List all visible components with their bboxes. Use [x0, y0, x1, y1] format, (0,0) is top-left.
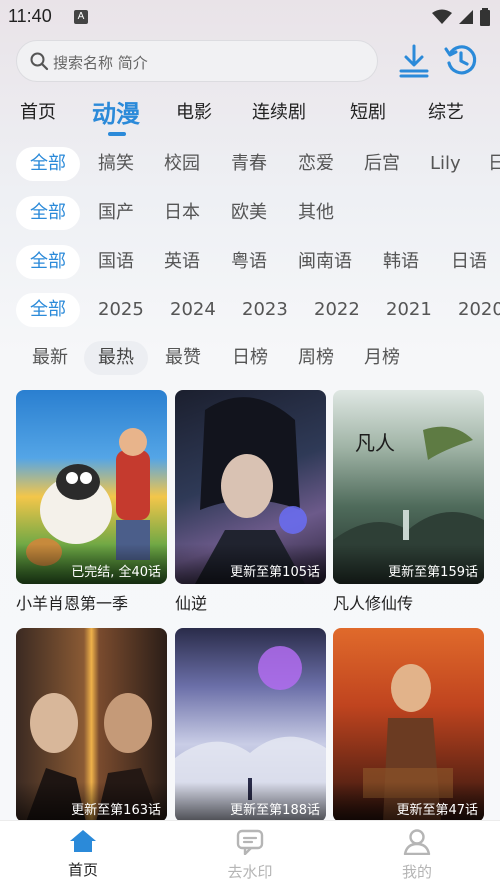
home-icon [70, 830, 96, 852]
history-icon[interactable] [444, 43, 478, 77]
sort-chip-hot[interactable]: 最热 [84, 341, 148, 375]
year-chip-all[interactable]: 全部 [16, 293, 80, 327]
nav-profile[interactable]: 我的 [367, 829, 467, 882]
language-filter-row: 全部 国语 英语 粤语 闽南语 韩语 日语 [0, 245, 500, 281]
tab-short-drama[interactable]: 短剧 [350, 98, 386, 124]
language-chip[interactable]: 英语 [150, 245, 214, 279]
content-card[interactable]: 更新至第188话 [175, 628, 326, 822]
tab-anime[interactable]: 动漫 [92, 94, 140, 129]
year-chip[interactable]: 2022 [300, 293, 374, 327]
svg-text:凡人: 凡人 [355, 431, 395, 455]
nav-label: 首页 [67, 861, 98, 879]
language-chip[interactable]: 粤语 [217, 245, 281, 279]
episode-status: 更新至第47话 [396, 803, 478, 818]
sort-chip[interactable]: 月榜 [350, 341, 414, 375]
bottom-navigation: 首页 去水印 我的 [0, 820, 500, 888]
notification-icon: A [74, 10, 88, 24]
status-time: 11:40 [8, 6, 52, 26]
episode-status: 更新至第105话 [230, 565, 320, 580]
region-filter-row: 全部 国产 日本 欧美 其他 [0, 196, 500, 232]
language-chip[interactable]: 日语 [437, 245, 500, 279]
tab-series[interactable]: 连续剧 [252, 98, 306, 124]
poster-image: 凡人 更新至第159话 [333, 390, 484, 584]
language-chip-all[interactable]: 全部 [16, 245, 80, 279]
poster-image: 更新至第47话 [333, 628, 484, 822]
year-chip[interactable]: 2023 [228, 293, 302, 327]
year-chip[interactable]: 2024 [156, 293, 230, 327]
poster-image: 更新至第163话 [16, 628, 167, 822]
poster-image: 更新至第105话 [175, 390, 326, 584]
card-title: 仙逆 [175, 594, 208, 613]
sort-chip[interactable]: 日榜 [218, 341, 282, 375]
genre-chip-all[interactable]: 全部 [16, 147, 80, 181]
genre-chip[interactable]: 校园 [150, 147, 214, 181]
region-chip[interactable]: 日本 [150, 196, 214, 230]
genre-chip[interactable]: 恋爱 [284, 147, 348, 181]
genre-filter-row: 全部 搞笑 校园 青春 恋爱 后宫 Lily 日常 [0, 147, 500, 183]
sort-chip[interactable]: 周榜 [284, 341, 348, 375]
language-chip[interactable]: 闽南语 [284, 245, 366, 279]
language-chip[interactable]: 韩语 [369, 245, 433, 279]
genre-chip[interactable]: 后宫 [350, 147, 414, 181]
year-chip[interactable]: 2020 [444, 293, 500, 327]
content-card[interactable]: 更新至第163话 [16, 628, 167, 822]
genre-chip[interactable]: 青春 [217, 147, 281, 181]
tab-variety[interactable]: 综艺 [428, 98, 464, 124]
card-title: 小羊肖恩第一季 [16, 594, 129, 613]
content-card[interactable]: 凡人 更新至第159话 凡人修仙传 [333, 390, 484, 614]
year-filter-row: 全部 2025 2024 2023 2022 2021 2020 [0, 293, 500, 329]
nav-home[interactable]: 首页 [33, 829, 133, 880]
card-title: 凡人修仙传 [333, 594, 414, 613]
sort-filter-row: 最新 最热 最赞 日榜 周榜 月榜 [0, 341, 500, 377]
user-icon [403, 829, 431, 856]
search-icon [30, 52, 49, 71]
region-chip-all[interactable]: 全部 [16, 196, 80, 230]
region-chip[interactable]: 国产 [84, 196, 148, 230]
tab-movies[interactable]: 电影 [176, 98, 212, 124]
nav-label: 我的 [401, 863, 432, 881]
battery-icon [480, 8, 490, 26]
signal-icon [459, 10, 473, 24]
episode-status: 更新至第188话 [230, 803, 320, 818]
active-tab-indicator [108, 132, 126, 136]
content-card[interactable]: 已完结, 全40话 小羊肖恩第一季 [16, 390, 167, 614]
chat-icon [236, 829, 264, 856]
year-chip[interactable]: 2021 [372, 293, 446, 327]
sort-chip[interactable]: 最新 [18, 341, 82, 375]
search-input[interactable]: 搜索名称 简介 [16, 40, 378, 82]
poster-image: 已完结, 全40话 [16, 390, 167, 584]
region-chip[interactable]: 欧美 [217, 196, 281, 230]
download-icon[interactable] [398, 44, 430, 78]
nav-watermark[interactable]: 去水印 [200, 829, 300, 882]
genre-chip[interactable]: Lily [416, 147, 475, 181]
episode-status: 更新至第159话 [388, 565, 478, 580]
sort-chip[interactable]: 最赞 [151, 341, 215, 375]
episode-status: 已完结, 全40话 [71, 565, 161, 580]
status-bar: 11:40 A [0, 0, 500, 36]
language-chip[interactable]: 国语 [84, 245, 148, 279]
content-card[interactable]: 更新至第47话 [333, 628, 484, 822]
episode-status: 更新至第163话 [71, 803, 161, 818]
search-placeholder: 搜索名称 简介 [53, 54, 148, 72]
nav-label: 去水印 [227, 863, 273, 881]
poster-image: 更新至第188话 [175, 628, 326, 822]
tab-home[interactable]: 首页 [20, 98, 56, 124]
genre-chip[interactable]: 日常 [474, 147, 500, 181]
genre-chip[interactable]: 搞笑 [84, 147, 148, 181]
year-chip[interactable]: 2025 [84, 293, 158, 327]
wifi-icon [432, 9, 452, 24]
search-row: 搜索名称 简介 [16, 40, 484, 82]
main-tabs: 首页 动漫 电影 连续剧 短剧 综艺 [0, 94, 500, 138]
content-card[interactable]: 更新至第105话 仙逆 [175, 390, 326, 614]
region-chip[interactable]: 其他 [284, 196, 348, 230]
